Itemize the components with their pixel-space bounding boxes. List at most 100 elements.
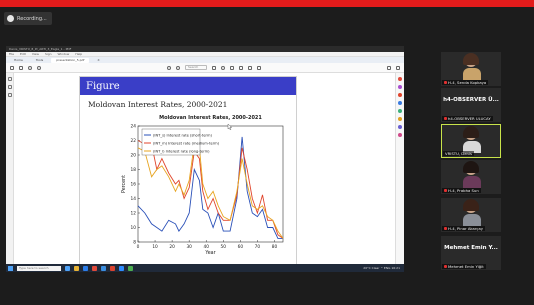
- participant-name-label: H-4, Pinar Akarçay: [442, 226, 486, 231]
- participant-name: H-4, Senda Kopkaya: [448, 80, 487, 85]
- create-pdf-icon[interactable]: [398, 93, 402, 97]
- shared-screen: Denis_VRISTU_8_Pr_ARTI_3_Eagle_1 - PDF F…: [6, 46, 404, 272]
- participant-name: VRISTU, Denis: [445, 151, 472, 156]
- y-axis-label: Percent: [121, 175, 127, 193]
- task-view-icon[interactable]: [65, 265, 70, 271]
- participant-video: [463, 53, 481, 81]
- pdf-toolbar: Search: [6, 63, 404, 73]
- recording-bar: Recording...: [0, 7, 534, 29]
- tab-home[interactable]: Home: [9, 58, 28, 63]
- zoom-out-icon[interactable]: [28, 65, 32, 70]
- select-tool-icon[interactable]: [212, 65, 216, 70]
- legend-entry: (INT_s) Interest rate (short-term): [153, 134, 212, 138]
- legend-entry: (INT_l) Interest rate (long-term): [153, 150, 210, 154]
- participant-name-label: H-4, Senda Kopkaya: [442, 80, 489, 85]
- windows-start-icon[interactable]: [8, 265, 13, 271]
- word-icon[interactable]: [101, 265, 106, 271]
- x-tick-label: 20: [169, 244, 175, 250]
- zoom-in-icon[interactable]: [37, 65, 41, 70]
- print-icon[interactable]: [19, 65, 23, 70]
- combine-files-icon[interactable]: [398, 109, 402, 113]
- tab-document[interactable]: presentation_5.pdf: [51, 57, 90, 63]
- participant-tile[interactable]: H-4, Pinar Akarçay: [441, 198, 501, 232]
- participant-tile[interactable]: h4-OBSERVER Ü... h4-OBSERVER ULUCAY: [441, 88, 501, 122]
- save-icon[interactable]: [10, 65, 14, 70]
- x-axis-label: Year: [204, 250, 215, 256]
- share-icon[interactable]: [387, 65, 391, 70]
- tab-close[interactable]: X: [92, 58, 104, 63]
- y-tick-label: 8: [133, 240, 136, 246]
- recording-indicator[interactable]: Recording...: [4, 12, 52, 25]
- mic-muted-icon: [444, 265, 447, 268]
- x-tick-label: 80: [272, 244, 278, 250]
- participant-name: H-4, Prabha Sun: [448, 188, 479, 193]
- participant-tile[interactable]: H-4, Prabha Sun: [441, 160, 501, 194]
- recording-label: Recording...: [17, 15, 47, 22]
- mouse-cursor-icon: [227, 123, 233, 131]
- tab-tools[interactable]: Tools: [31, 58, 48, 63]
- y-tick-label: 14: [131, 196, 137, 202]
- search-field[interactable]: Search: [185, 65, 207, 70]
- participant-tile[interactable]: H-4, Senda Kopkaya: [441, 52, 501, 86]
- participant-name: Mehmet Emin Yiğit: [448, 264, 484, 269]
- legend-entry: (INT_m) Interest rate (medium-term): [153, 142, 220, 146]
- zoom-app-icon[interactable]: [119, 265, 124, 271]
- file-explorer-icon[interactable]: [74, 265, 79, 271]
- chart-title: Moldovan Interest Rates, 2000-2021: [159, 115, 262, 121]
- y-tick-label: 10: [131, 225, 137, 231]
- attachments-icon[interactable]: [8, 93, 12, 97]
- mic-muted-icon: [444, 227, 447, 230]
- y-tick-label: 16: [131, 182, 137, 188]
- record-icon: [7, 15, 14, 22]
- bookmark-icon[interactable]: [396, 65, 400, 70]
- participant-display-name: Mehmet Emin Y...: [444, 245, 498, 251]
- x-tick-label: 40: [204, 244, 210, 250]
- x-tick-label: 70: [255, 244, 261, 250]
- hand-tool-icon[interactable]: [221, 65, 225, 70]
- comment-tool-icon[interactable]: [398, 101, 402, 105]
- mic-muted-icon: [444, 189, 447, 192]
- y-tick-label: 20: [131, 153, 137, 159]
- protect-icon[interactable]: [398, 133, 402, 137]
- participant-name-label: VRISTU, Denis: [443, 151, 474, 156]
- menu-help[interactable]: Help: [75, 52, 82, 56]
- thumbnails-icon[interactable]: [8, 77, 12, 81]
- x-tick-label: 30: [186, 244, 192, 250]
- next-page-icon[interactable]: [176, 65, 180, 70]
- bookmarks-panel-icon[interactable]: [8, 85, 12, 89]
- export-pdf-icon[interactable]: [398, 77, 402, 81]
- presentation-slide: Figure Moldovan Interest Rates, 2000-202…: [79, 76, 297, 272]
- menu-sign[interactable]: Sign: [45, 52, 52, 56]
- fill-sign-icon[interactable]: [398, 125, 402, 129]
- participant-name-label: H-4, Prabha Sun: [442, 188, 481, 193]
- draw-icon[interactable]: [248, 65, 252, 70]
- participant-tile[interactable]: Mehmet Emin Y... Mehmet Emin Yiğit: [441, 236, 501, 270]
- prev-page-icon[interactable]: [167, 65, 171, 70]
- menu-edit[interactable]: Edit: [20, 52, 26, 56]
- mic-muted-icon: [444, 117, 447, 120]
- acrobat-icon[interactable]: [92, 265, 97, 271]
- body-shape: [463, 176, 481, 188]
- menu-window[interactable]: Window: [58, 52, 70, 56]
- comment-icon[interactable]: [230, 65, 234, 70]
- active-speaker-tile[interactable]: VRISTU, Denis: [441, 124, 501, 158]
- menu-view[interactable]: View: [32, 52, 39, 56]
- chrome-icon[interactable]: [128, 265, 133, 271]
- series-line-2: [137, 143, 284, 239]
- organize-pages-icon[interactable]: [398, 117, 402, 121]
- y-tick-label: 24: [131, 124, 137, 130]
- participant-name: H-4, Pinar Akarçay: [448, 226, 484, 231]
- powerpoint-icon[interactable]: [110, 265, 115, 271]
- participant-display-name: h4-OBSERVER Ü...: [443, 97, 499, 103]
- menu-file[interactable]: File: [9, 52, 14, 56]
- x-tick-label: 60: [238, 244, 244, 250]
- edge-icon[interactable]: [83, 265, 88, 271]
- window-title: Denis_VRISTU_8_Pr_ARTI_3_Eagle_1 - PDF: [9, 47, 72, 51]
- taskbar-search[interactable]: Type here to search: [17, 265, 61, 271]
- y-tick-label: 18: [131, 167, 137, 173]
- highlight-icon[interactable]: [239, 65, 243, 70]
- sign-icon[interactable]: [257, 65, 261, 70]
- participant-name-label: Mehmet Emin Yiğit: [442, 264, 486, 269]
- edit-pdf-icon[interactable]: [398, 85, 402, 89]
- x-tick-label: 50: [221, 244, 227, 250]
